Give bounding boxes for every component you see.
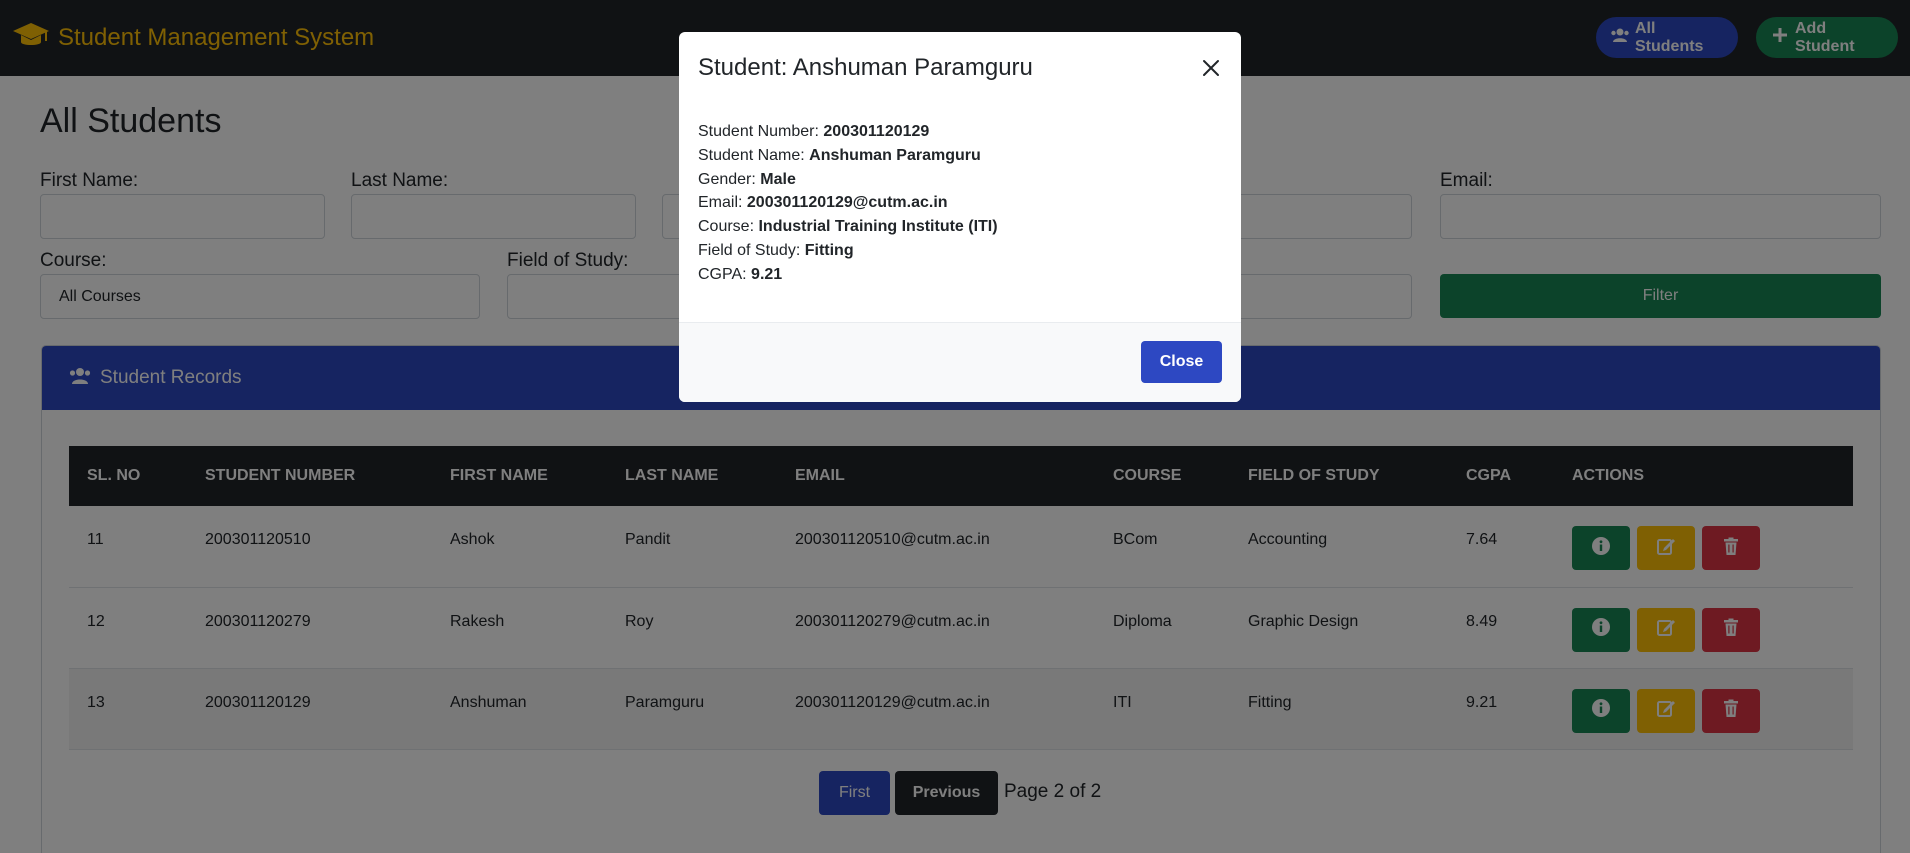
detail-cgpa: CGPA: 9.21	[698, 265, 783, 283]
detail-email: Email: 200301120129@cutm.ac.in	[698, 194, 948, 212]
close-icon[interactable]	[1200, 57, 1222, 79]
modal-close-button[interactable]: Close	[1141, 341, 1222, 383]
detail-course: Course: Industrial Training Institute (I…	[698, 218, 998, 236]
detail-student-name: Student Name: Anshuman Paramguru	[698, 146, 981, 164]
student-details-modal: Student: Anshuman Paramguru Student Numb…	[679, 32, 1241, 402]
detail-student-number: Student Number: 200301120129	[698, 123, 930, 140]
detail-field-of-study: Field of Study: Fitting	[698, 241, 854, 259]
modal-footer: Close	[679, 322, 1241, 402]
detail-gender: Gender: Male	[698, 170, 796, 188]
modal-body: Student Number: 200301120129 Student Nam…	[698, 120, 998, 287]
modal-title: Student: Anshuman Paramguru	[698, 54, 1033, 81]
